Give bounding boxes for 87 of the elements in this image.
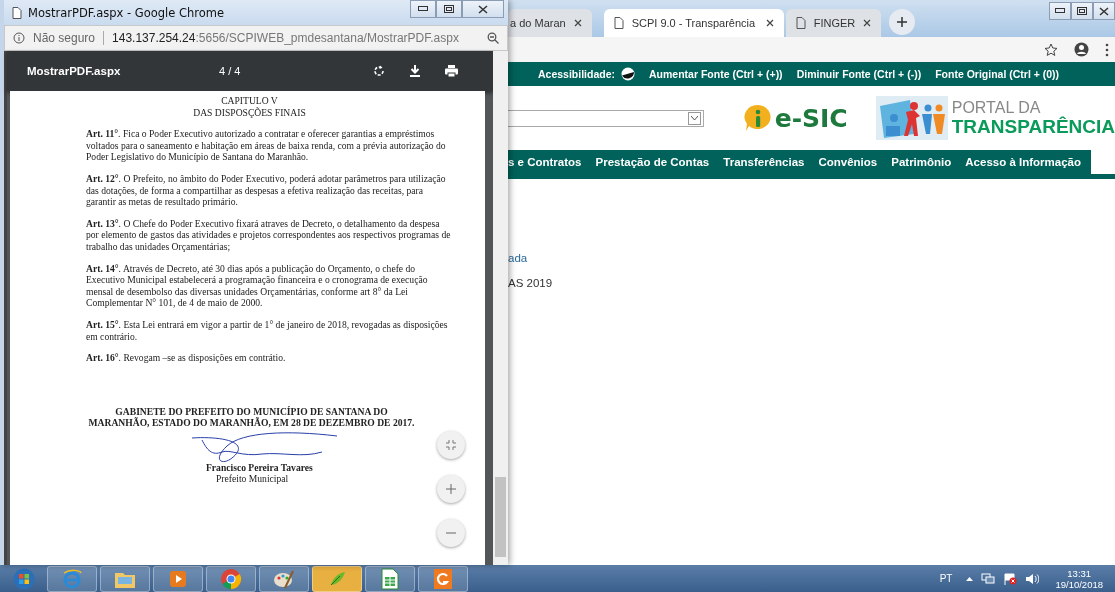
letter-app-taskbar-icon[interactable] bbox=[418, 565, 468, 592]
minimize-icon bbox=[418, 6, 428, 12]
select-field[interactable] bbox=[508, 109, 704, 127]
close-icon bbox=[478, 4, 488, 14]
info-icon[interactable] bbox=[13, 32, 25, 44]
signer-role: Prefeito Municipal bbox=[216, 473, 290, 485]
close-icon[interactable] bbox=[863, 19, 872, 27]
content-link[interactable]: ada bbox=[508, 252, 1115, 264]
zoom-icon[interactable] bbox=[487, 32, 499, 44]
signer-name: Francisco Pereira Tavares bbox=[206, 461, 314, 474]
maximize-icon bbox=[1077, 6, 1087, 16]
accessibility-label: Acessibilidade: bbox=[538, 68, 616, 80]
close-icon[interactable] bbox=[765, 19, 774, 27]
scrollbar[interactable] bbox=[493, 51, 508, 565]
nav-link[interactable]: Prestação de Contas bbox=[595, 156, 710, 168]
closing-statement: GABINETE DO PREFEITO DO MUNICÍPIO DE SANTANA DO MARANHÃO, ESTADO DO MARANHÃO, EM 28 DE DEZEMBRO DE 2017. bbox=[87, 405, 416, 428]
article-paragraph: Art. 13°. O Chefe do Poder Executivo fixará atraves de Decreto, o detalhamento da despesa por elemento de gastos das atividades e projetos correspondentes aos respectivos programas de trabalho das unidades Orçamentárias; bbox=[86, 217, 452, 253]
download-icon[interactable] bbox=[408, 64, 423, 78]
page-icon bbox=[613, 17, 624, 29]
font-size-link[interactable]: Diminuir Fonte (Ctrl + (-)) bbox=[796, 68, 922, 80]
fit-page-icon bbox=[446, 440, 456, 450]
tab-title: FINGER bbox=[813, 17, 856, 29]
article-paragraph: Art. 11°. Fica o Poder Executivo autorizado a contratar e oferecer garantias a empréstimos voltados para o saneamento e habitação em áreas de baixa renda, com a prévia autorização do Poder Legislativo do Município de Santana do Maranhão. bbox=[86, 128, 447, 163]
rotate-icon[interactable] bbox=[372, 64, 387, 78]
caret-icon[interactable] bbox=[966, 576, 974, 581]
language-indicator[interactable]: PT bbox=[939, 573, 953, 584]
clock-time[interactable]: 13:31 bbox=[1067, 567, 1092, 579]
chapter-heading: CAPITULO V bbox=[220, 95, 279, 107]
caret-icon bbox=[690, 115, 698, 121]
portal-logo-text: TRANSPARÊNCIA bbox=[951, 115, 1115, 137]
paint-taskbar-icon[interactable] bbox=[259, 565, 309, 592]
minimize-button[interactable] bbox=[1049, 2, 1071, 20]
contrast-icon[interactable] bbox=[621, 67, 636, 81]
nav-link[interactable]: s e Contratos bbox=[508, 156, 582, 168]
page-icon bbox=[12, 6, 22, 19]
minimize-button[interactable] bbox=[410, 0, 436, 18]
article-paragraph: Art. 15°. Esta Lei entrará em vigor a partir de 1° de janeiro de 2018, revogadas as disposições em contrário. bbox=[86, 318, 449, 343]
close-button[interactable] bbox=[1093, 2, 1115, 20]
maximize-button[interactable] bbox=[1071, 2, 1093, 20]
clock-date[interactable]: 19/10/2018 bbox=[1055, 578, 1103, 590]
article-paragraph: Art. 16°. Revogam –se as disposições em contrátio. bbox=[86, 352, 287, 364]
security-label: Não seguro bbox=[33, 31, 96, 45]
profile-icon[interactable] bbox=[1074, 42, 1089, 57]
folder-taskbar-icon[interactable] bbox=[100, 565, 150, 592]
star-icon[interactable] bbox=[1044, 42, 1058, 57]
browser-tab[interactable]: SCPI 9.0 - Transparência bbox=[603, 9, 784, 37]
page-icon bbox=[795, 17, 806, 29]
plus-icon bbox=[446, 484, 456, 494]
nav-link[interactable]: Acesso à Informação bbox=[965, 156, 1081, 168]
tab-title: SCPI 9.0 - Transparência bbox=[631, 17, 757, 29]
close-button[interactable] bbox=[462, 0, 504, 18]
maximize-button[interactable] bbox=[436, 0, 462, 18]
browser-tab[interactable]: FINGER bbox=[785, 9, 882, 37]
chapter-title: DAS DISPOSÇÕES FINAIS bbox=[192, 106, 307, 119]
tab-title: a do Maran bbox=[510, 17, 566, 29]
page-indicator: 4 / 4 bbox=[219, 65, 241, 77]
maximize-icon bbox=[444, 4, 454, 14]
plus-icon bbox=[897, 17, 908, 27]
leaf-app-taskbar-icon[interactable] bbox=[312, 565, 362, 592]
flag-warning-icon[interactable] bbox=[1003, 572, 1018, 585]
font-size-link[interactable]: Fonte Original (Ctrl + (0)) bbox=[935, 68, 1060, 80]
new-tab-button[interactable] bbox=[889, 9, 916, 35]
nav-link[interactable]: Convênios bbox=[818, 156, 878, 168]
chrome-taskbar-icon[interactable] bbox=[206, 565, 256, 592]
esic-logo-text: e-SIC bbox=[774, 103, 848, 133]
browser-taskbar-icon[interactable] bbox=[47, 565, 97, 592]
info-bubble-icon bbox=[743, 104, 772, 132]
article-paragraph: Art. 12°. O Prefeito, no âmbito do Poder Executivo, poderá adotar parâmetros para utilização das dotações, de forma a compartilhar as despesas a efetiva realização das receitas, para garantir as metas de resultado primário. bbox=[86, 172, 447, 208]
print-icon[interactable] bbox=[444, 64, 460, 78]
minimize-icon bbox=[1055, 8, 1065, 14]
font-size-link[interactable]: Aumentar Fonte (Ctrl + (+)) bbox=[649, 68, 783, 80]
close-icon bbox=[1099, 6, 1109, 16]
menu-icon[interactable] bbox=[1105, 42, 1109, 57]
url-text[interactable]: 143.137.254.24:5656/SCPIWEB_pmdesantana/MostrarPDF.aspx bbox=[112, 31, 459, 45]
spreadsheet-taskbar-icon[interactable] bbox=[365, 565, 415, 592]
speaker-icon[interactable] bbox=[1025, 572, 1040, 585]
close-icon[interactable] bbox=[573, 19, 582, 27]
nav-link[interactable]: Patrimônio bbox=[891, 156, 952, 168]
browser-tab[interactable]: a do Maran bbox=[508, 9, 592, 37]
content-link[interactable]: AS 2019 bbox=[508, 277, 1115, 289]
portal-logo-text: PORTAL DA bbox=[951, 99, 1042, 116]
network-icon[interactable] bbox=[981, 572, 996, 585]
window-title: MostrarPDF.aspx - Google Chrome bbox=[28, 5, 225, 20]
nav-link[interactable]: Transferências bbox=[723, 156, 805, 168]
file-name: MostrarPDF.aspx bbox=[27, 65, 122, 77]
media-player-taskbar-icon[interactable] bbox=[153, 565, 203, 592]
article-paragraph: Art. 14°. Através de Decreto, até 30 dias após a publicação do Orçamento, o chefe do Executivo Municipal estabelecerá a programação financeira e o cronograma de execução mensal de desembolso das diversas unidades Orçamentárias, conforme art 8° da Lei Complementar N° 101, de 4 de maio de 2000. bbox=[86, 262, 429, 309]
